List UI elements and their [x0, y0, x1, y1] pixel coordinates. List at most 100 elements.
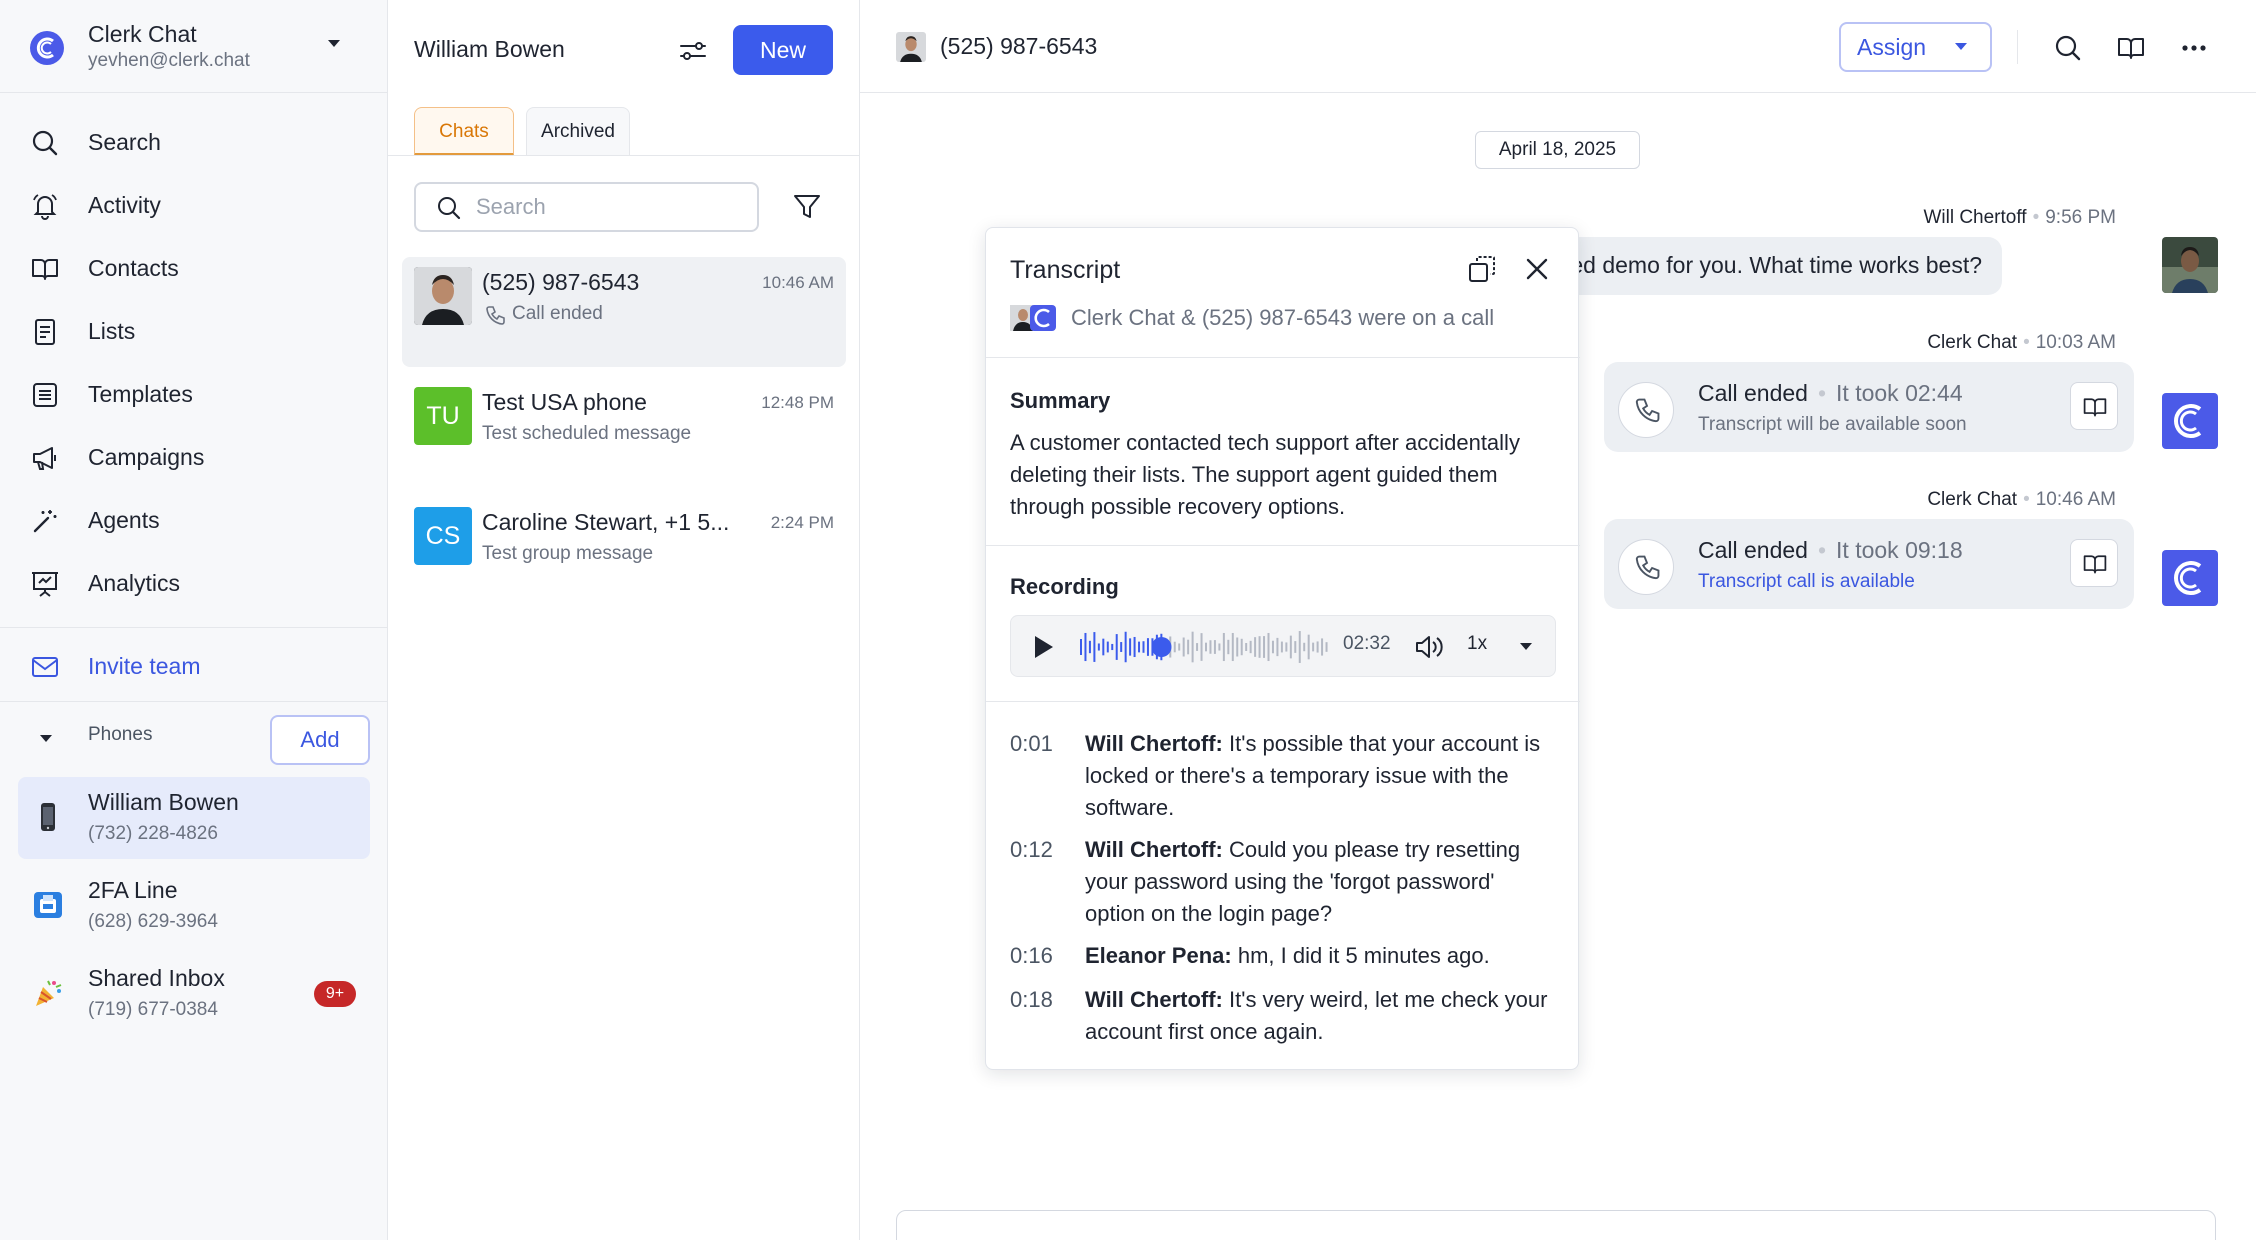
- search-input[interactable]: [476, 192, 746, 222]
- waveform-bar: [1093, 632, 1096, 662]
- phone-item-william-bowen[interactable]: William Bowen (732) 228-4826: [18, 777, 370, 859]
- sender-name: Will Chertoff: [1923, 207, 2027, 228]
- waveform-bar: [1133, 636, 1136, 658]
- playhead-handle[interactable]: [1151, 637, 1172, 657]
- waveform-bar: [1196, 643, 1199, 651]
- conversation-time: 12:48 PM: [761, 393, 834, 412]
- volume-icon[interactable]: [1413, 632, 1445, 662]
- message-meta: Will Chertoff • 9:56 PM: [1923, 207, 2116, 228]
- chevron-down-icon[interactable]: [326, 38, 342, 50]
- waveform-bar: [1138, 641, 1141, 653]
- waveform-bar: [1245, 643, 1248, 651]
- play-icon[interactable]: [1029, 633, 1057, 661]
- close-icon[interactable]: [1523, 255, 1551, 283]
- phone-name: 2FA Line: [88, 877, 178, 903]
- caret-down-icon[interactable]: [1519, 642, 1533, 652]
- search-icon[interactable]: [2053, 33, 2083, 63]
- tab-archived[interactable]: Archived: [526, 107, 630, 156]
- sliders-icon[interactable]: [678, 36, 708, 66]
- waveform-bar: [1097, 643, 1100, 651]
- waveform-bar: [1200, 633, 1203, 661]
- waveform-bar: [1106, 641, 1109, 653]
- conversation-title: (525) 987-6543: [940, 33, 1098, 59]
- contact-avatar: [896, 32, 926, 62]
- waveform-bar: [1146, 638, 1149, 656]
- waveform-bar: [1303, 642, 1306, 652]
- waveform-bar: [1280, 641, 1283, 653]
- waveform-bar: [1205, 642, 1207, 652]
- nav-campaigns[interactable]: Campaigns: [18, 430, 370, 482]
- account-name: Clerk Chat: [88, 21, 197, 47]
- copy-icon[interactable]: [1466, 253, 1498, 285]
- sender-name: Clerk Chat: [1927, 489, 2018, 510]
- phone-item-2fa-line[interactable]: 2FA Line (628) 629-3964: [18, 865, 370, 947]
- search-icon: [32, 130, 58, 156]
- nav-contacts[interactable]: Contacts: [18, 241, 370, 293]
- book-icon: [2083, 398, 2107, 417]
- clerk-logo-icon: [2162, 393, 2218, 449]
- conversation-item[interactable]: (525) 987-6543 10:46 AM Call ended: [402, 257, 846, 367]
- speaker-name: Will Chertoff:: [1085, 837, 1223, 862]
- book-icon[interactable]: [2116, 33, 2146, 63]
- waveform-bar: [1321, 638, 1324, 656]
- call-duration: It took 02:44: [1836, 380, 1963, 406]
- nav-analytics[interactable]: Analytics: [18, 556, 370, 608]
- conversation-item[interactable]: TU Test USA phone 12:48 PM Test schedule…: [402, 377, 846, 489]
- add-phone-button[interactable]: Add: [270, 715, 370, 765]
- waveform-bar: [1289, 635, 1292, 659]
- phone-name: William Bowen: [88, 789, 239, 815]
- waveform-bar: [1084, 632, 1087, 662]
- more-horizontal-icon[interactable]: [2179, 33, 2209, 63]
- phones-label: Phones: [88, 724, 153, 745]
- wand-icon: [33, 510, 57, 533]
- account-switcher[interactable]: Clerk Chat yevhen@clerk.chat: [0, 0, 388, 93]
- waveform-bar: [1307, 634, 1310, 660]
- nav-agents[interactable]: Agents: [18, 493, 370, 545]
- nav-templates[interactable]: Templates: [18, 367, 370, 419]
- account-email: yevhen@clerk.chat: [88, 50, 250, 71]
- waveform-bar: [1267, 632, 1270, 662]
- filter-icon[interactable]: [792, 192, 822, 222]
- transcript-popover: Transcript Clerk Chat & (525) 987-6543 w…: [985, 227, 1580, 1070]
- speaker-name: Eleanor Pena:: [1085, 943, 1232, 968]
- new-conversation-button[interactable]: New: [733, 25, 833, 75]
- mail-icon: [32, 657, 58, 677]
- conversation-item[interactable]: CS Caroline Stewart, +1 5... 2:24 PM Tes…: [402, 497, 846, 609]
- waveform-bar: [1271, 640, 1274, 654]
- transcript-line: 0:18 Will Chertoff: It's very weird, let…: [1010, 984, 1556, 1048]
- open-transcript-button[interactable]: [2070, 539, 2118, 587]
- waveform-bar: [1285, 642, 1288, 652]
- waveform-scrubber[interactable]: [1079, 626, 1329, 668]
- nav-activity[interactable]: Activity: [18, 178, 370, 230]
- waveform-bar: [1298, 631, 1301, 663]
- phone-icon: [1635, 555, 1660, 580]
- phone-name: Shared Inbox: [88, 965, 225, 991]
- message-composer[interactable]: [896, 1210, 2216, 1240]
- divider: [0, 701, 388, 702]
- waveform-bar: [1173, 641, 1176, 653]
- recording-heading: Recording: [1010, 574, 1119, 599]
- divider: [986, 357, 1580, 358]
- invite-team-link[interactable]: Invite team: [18, 639, 370, 691]
- phone-item-shared-inbox[interactable]: Shared Inbox (719) 677-0384 9+: [18, 953, 370, 1035]
- playback-speed[interactable]: 1x: [1467, 633, 1487, 655]
- transcript-link[interactable]: Transcript call is available: [1698, 571, 1915, 593]
- conversation-search[interactable]: [414, 182, 759, 232]
- sender-name: Clerk Chat: [1927, 332, 2018, 353]
- open-transcript-button[interactable]: [2070, 382, 2118, 430]
- participants-avatars: [1010, 303, 1062, 333]
- tab-chats[interactable]: Chats: [414, 107, 514, 156]
- waveform-bar: [1258, 636, 1261, 658]
- playback-time: 02:32: [1343, 633, 1391, 654]
- assign-button[interactable]: Assign: [1839, 22, 1992, 72]
- line-timestamp: 0:12: [1010, 837, 1053, 862]
- nav-label: Contacts: [88, 255, 179, 281]
- caret-down-icon: [1955, 43, 1967, 50]
- nav-lists[interactable]: Lists: [18, 304, 370, 356]
- conversation-name: Test USA phone: [482, 389, 647, 415]
- waveform-bar: [1209, 640, 1212, 654]
- transcript-status: Transcript will be available soon: [1698, 414, 1967, 435]
- assign-label: Assign: [1857, 34, 1927, 60]
- nav-search[interactable]: Search: [18, 115, 370, 167]
- header-separator: [2017, 30, 2018, 64]
